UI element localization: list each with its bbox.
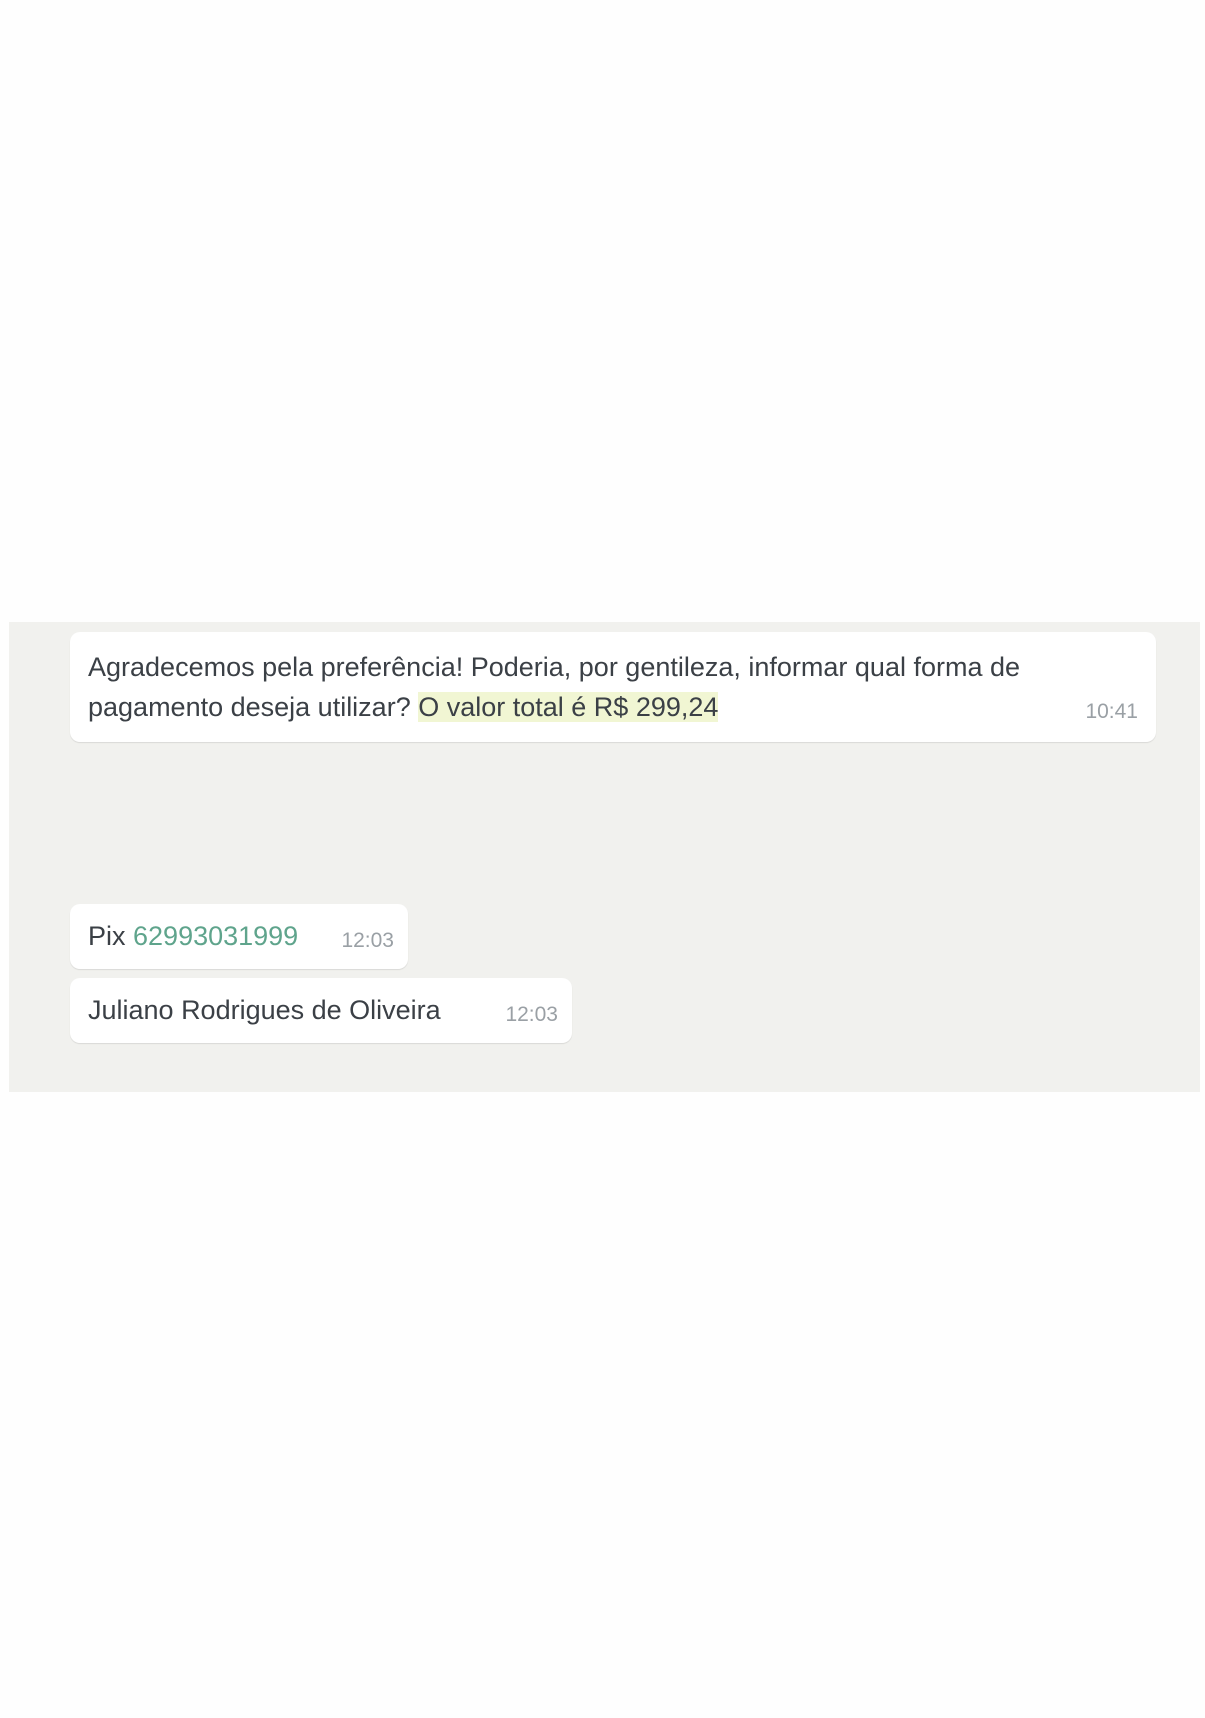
message-bubble-payment-request[interactable]: Agradecemos pela preferência! Poderia, p… xyxy=(70,632,1156,742)
phone-link[interactable]: 62993031999 xyxy=(133,921,298,951)
message-timestamp: 12:03 xyxy=(505,1003,558,1026)
message-timestamp: 10:41 xyxy=(1085,700,1138,723)
message-timestamp: 12:03 xyxy=(341,929,394,952)
message-text: Pix xyxy=(88,921,134,951)
message-text: Juliano Rodrigues de Oliveira xyxy=(88,995,441,1025)
message-bubble-name[interactable]: Juliano Rodrigues de Oliveira 12:03 xyxy=(70,978,572,1043)
message-highlighted-text: O valor total é R$ 299,24 xyxy=(418,692,719,722)
message-bubble-pix[interactable]: Pix 62993031999 12:03 xyxy=(70,904,408,969)
chat-area: Agradecemos pela preferência! Poderia, p… xyxy=(9,622,1200,1092)
